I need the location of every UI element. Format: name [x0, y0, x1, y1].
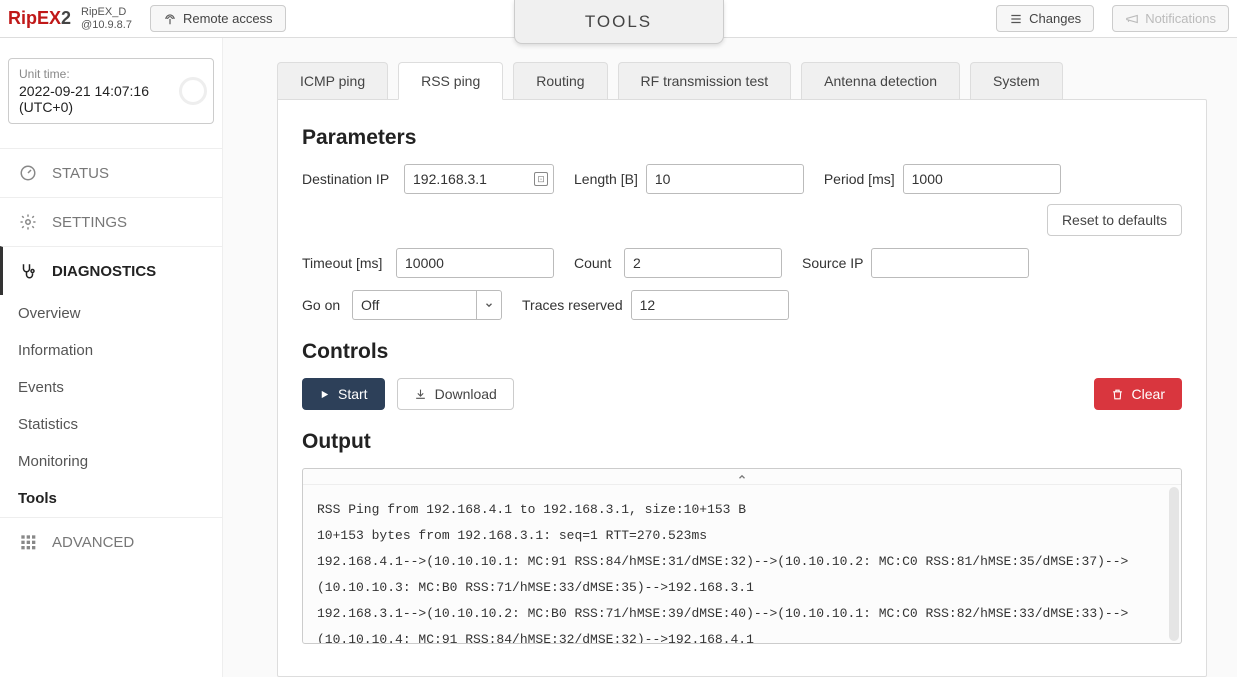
megaphone-icon [1125, 12, 1139, 26]
device-name: RipEX_D [81, 6, 132, 19]
tab-system[interactable]: System [970, 62, 1063, 100]
remote-access-button[interactable]: Remote access [150, 5, 286, 32]
go-on-label: Go on [302, 297, 344, 313]
sidebar-item-label: STATUS [52, 165, 109, 182]
sidebar-item-status[interactable]: STATUS [0, 148, 222, 197]
grid-icon [18, 532, 38, 552]
length-input[interactable] [646, 164, 804, 194]
clear-button[interactable]: Clear [1094, 378, 1182, 410]
traces-reserved-label: Traces reserved [522, 297, 623, 313]
download-button[interactable]: Download [397, 378, 514, 410]
timeout-label: Timeout [ms] [302, 255, 388, 271]
output-scrollbar[interactable] [1169, 487, 1179, 641]
chevron-down-icon[interactable] [476, 290, 502, 320]
tool-tabs: ICMP ping RSS ping Routing RF transmissi… [277, 62, 1207, 100]
timeout-input[interactable] [396, 248, 554, 278]
unit-time-value: 2022-09-21 14:07:16 (UTC+0) [19, 83, 203, 115]
length-label: Length [B] [574, 171, 638, 187]
period-label: Period [ms] [824, 171, 895, 187]
page-title-tab: TOOLS [514, 0, 724, 44]
play-icon [319, 389, 330, 400]
sidebar-item-label: DIAGNOSTICS [52, 263, 156, 280]
logo: RipEX2 [8, 8, 71, 29]
tab-routing[interactable]: Routing [513, 62, 607, 100]
parameters-heading: Parameters [302, 126, 1182, 150]
start-button[interactable]: Start [302, 378, 385, 410]
tab-antenna-detection[interactable]: Antenna detection [801, 62, 960, 100]
stethoscope-icon [18, 261, 38, 281]
gauge-icon [18, 163, 38, 183]
logo-area: RipEX2 RipEX_D @10.9.8.7 [0, 6, 140, 31]
tab-rss-ping[interactable]: RSS ping [398, 62, 503, 100]
chevron-up-icon [737, 472, 747, 482]
period-input[interactable] [903, 164, 1061, 194]
sidebar-item-settings[interactable]: SETTINGS [0, 197, 222, 246]
panel: Parameters Destination IP ⊡ Length [B] P… [277, 99, 1207, 677]
sidebar-item-advanced[interactable]: ADVANCED [0, 517, 222, 566]
page-title: TOOLS [585, 12, 652, 32]
source-ip-label: Source IP [802, 255, 863, 271]
reset-to-defaults-button[interactable]: Reset to defaults [1047, 204, 1182, 236]
spinner-icon [179, 77, 207, 105]
sidebar-item-diagnostics[interactable]: DIAGNOSTICS [0, 246, 222, 295]
trash-icon [1111, 388, 1124, 401]
device-info: RipEX_D @10.9.8.7 [81, 6, 132, 31]
top-right-buttons: Changes Notifications [986, 5, 1237, 32]
main-content: ICMP ping RSS ping Routing RF transmissi… [223, 38, 1237, 677]
source-ip-input[interactable] [871, 248, 1029, 278]
tab-icmp-ping[interactable]: ICMP ping [277, 62, 388, 100]
ip-picker-icon[interactable]: ⊡ [534, 172, 548, 186]
output-box: RSS Ping from 192.168.4.1 to 192.168.3.1… [302, 468, 1182, 644]
sidebar-item-information[interactable]: Information [0, 332, 222, 369]
tab-rf-transmission-test[interactable]: RF transmission test [618, 62, 792, 100]
destination-ip-input[interactable] [404, 164, 554, 194]
download-icon [414, 388, 427, 401]
output-heading: Output [302, 430, 1182, 454]
sidebar-item-tools[interactable]: Tools [0, 480, 222, 517]
count-label: Count [574, 255, 616, 271]
changes-button[interactable]: Changes [996, 5, 1094, 32]
gear-icon [18, 212, 38, 232]
go-on-value[interactable] [352, 290, 476, 320]
unit-time-label: Unit time: [19, 67, 203, 81]
output-text[interactable]: RSS Ping from 192.168.4.1 to 192.168.3.1… [303, 485, 1181, 643]
antenna-icon [163, 12, 177, 26]
count-input[interactable] [624, 248, 782, 278]
sidebar-item-statistics[interactable]: Statistics [0, 406, 222, 443]
unit-time-box: Unit time: 2022-09-21 14:07:16 (UTC+0) [8, 58, 214, 124]
sidebar-item-label: ADVANCED [52, 534, 134, 551]
sidebar: Unit time: 2022-09-21 14:07:16 (UTC+0) S… [0, 38, 223, 677]
top-bar: RipEX2 RipEX_D @10.9.8.7 Remote access T… [0, 0, 1237, 38]
sidebar-item-monitoring[interactable]: Monitoring [0, 443, 222, 480]
go-on-select[interactable] [352, 290, 502, 320]
controls-heading: Controls [302, 340, 1182, 364]
sidebar-item-events[interactable]: Events [0, 369, 222, 406]
destination-ip-label: Destination IP [302, 171, 396, 187]
sidebar-item-label: SETTINGS [52, 214, 127, 231]
notifications-button[interactable]: Notifications [1112, 5, 1229, 32]
traces-reserved-input[interactable] [631, 290, 789, 320]
controls-row: Start Download Clear [302, 378, 1182, 410]
sidebar-item-overview[interactable]: Overview [0, 295, 222, 332]
list-icon [1009, 12, 1023, 26]
output-collapse-toggle[interactable] [303, 469, 1181, 485]
device-ip: @10.9.8.7 [81, 19, 132, 32]
